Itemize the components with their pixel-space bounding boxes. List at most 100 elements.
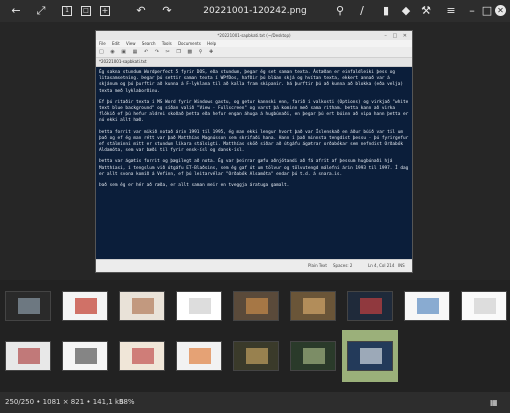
image-filename: 20221001-120242.png (203, 6, 307, 16)
close-icon[interactable]: ✕ (495, 5, 506, 16)
maximize-icon[interactable]: □ (480, 4, 494, 18)
editor-window-controls: – □ ✕ (384, 33, 409, 39)
thumb-8[interactable] (404, 291, 450, 321)
image-info: 250/250 • 1081 × 821 • 141,1 kB (5, 398, 124, 406)
thumb-5[interactable] (233, 291, 279, 321)
rotate-left-icon[interactable]: ↶ (134, 4, 148, 18)
add-icon[interactable]: + (100, 6, 110, 16)
cut-icon: ✂ (165, 49, 170, 55)
find-icon: ⚲ (198, 49, 203, 55)
minimize-icon[interactable]: – (465, 4, 479, 18)
thumb-7[interactable] (347, 291, 393, 321)
paragraph-2: Ef þú ritaðir texta í MS Word fyrir Wind… (99, 99, 409, 124)
thumbnail-accent (18, 348, 40, 364)
thumbnail-cell[interactable] (399, 280, 455, 332)
editor-title: *20221001-sapbkati.txt (~/Desktop) (217, 33, 291, 38)
thumbnail-accent (360, 348, 382, 364)
back-arrow-icon[interactable]: ← (9, 4, 23, 18)
replace-icon: ✚ (209, 49, 214, 55)
menu-file: File (99, 41, 106, 46)
thumbnail-accent (132, 348, 154, 364)
menu-documents: Documents (177, 41, 201, 46)
thumbnail-accent (18, 298, 40, 314)
menu-edit: Edit (111, 41, 120, 46)
menu-view: View (126, 41, 136, 46)
thumb-16[interactable] (347, 341, 393, 371)
thumbnail-cell[interactable] (342, 330, 398, 382)
thumbnail-cell[interactable] (456, 280, 510, 332)
status-mode: INS (398, 263, 405, 268)
copy-icon: ❐ (176, 49, 181, 55)
editor-title-bar: *20221001-sapbkati.txt (~/Desktop) – □ ✕ (96, 31, 412, 40)
thumbnail-cell[interactable] (0, 330, 56, 382)
editor-menu-bar: File Edit View Search Tools Documents He… (96, 40, 412, 47)
thumb-9[interactable] (461, 291, 507, 321)
thumb-12[interactable] (119, 341, 165, 371)
image-viewer[interactable]: *20221001-sapbkati.txt (~/Desktop) – □ ✕… (0, 22, 510, 280)
thumbnail-accent (360, 298, 382, 314)
top-toolbar: ← ⤢ 1 □ + ↶ ↷ 20221001-120242.png ⚲ ∕ ▮ … (0, 0, 510, 22)
thumbnail-accent (246, 348, 268, 364)
print-icon: ▦ (132, 49, 138, 55)
status-spaces: Spaces: 2 (333, 263, 353, 268)
thumb-13[interactable] (176, 341, 222, 371)
save-icon: ▣ (121, 49, 127, 55)
paste-icon: ▩ (187, 49, 193, 55)
thumbnail-cell[interactable] (57, 330, 113, 382)
thumbnail-cell[interactable] (171, 330, 227, 382)
paragraph-4: Þetta var ágætis forrit og þægilegt að n… (99, 159, 409, 177)
status-language: Plain Text (308, 263, 327, 268)
wrench-icon[interactable]: ⚒ (419, 4, 433, 18)
thumb-2[interactable] (62, 291, 108, 321)
fullscreen-icon[interactable]: ⤢ (34, 4, 48, 18)
thumbnail-cell[interactable] (114, 330, 170, 382)
thumbnail-cell[interactable] (342, 280, 398, 332)
thumbnail-accent (75, 298, 97, 314)
editor-toolbar: □ ◉ ▣ ▦ ↶ ↷ ✂ ❐ ▩ ⚲ ✚ (96, 47, 412, 58)
thumbnail-cell[interactable] (114, 280, 170, 332)
editor-tab-label: *20221001-sapbkati.txt (99, 59, 147, 64)
editor-text-area: Ég sakna stundum Wordperfect 5 fyrir DOS… (96, 67, 412, 259)
thumbnail-strip[interactable] (0, 280, 510, 392)
screenshot-editor-window: *20221001-sapbkati.txt (~/Desktop) – □ ✕… (95, 30, 413, 273)
tag-icon[interactable]: ◆ (399, 4, 413, 18)
thumb-10[interactable] (5, 341, 51, 371)
thumbnail-cell[interactable] (228, 330, 284, 382)
menu-help: Help (207, 41, 217, 46)
rotate-right-icon[interactable]: ↷ (160, 4, 174, 18)
thumbnail-accent (75, 348, 97, 364)
thumb-14[interactable] (233, 341, 279, 371)
thumb-11[interactable] (62, 341, 108, 371)
thumb-4[interactable] (176, 291, 222, 321)
thumb-6[interactable] (290, 291, 336, 321)
menu-icon[interactable]: ≡ (444, 4, 458, 18)
thumbnail-accent (189, 298, 211, 314)
thumbnail-accent (246, 298, 268, 314)
paragraph-5: Það sem ég er hér að ræða, er allt saman… (99, 183, 290, 189)
thumbnail-cell[interactable] (171, 280, 227, 332)
undo-icon: ↶ (143, 49, 149, 55)
editor-tab: *20221001-sapbkati.txt (96, 58, 412, 67)
thumb-15[interactable] (290, 341, 336, 371)
one-to-one-icon[interactable]: 1 (62, 6, 72, 16)
grid-view-icon[interactable]: ▦ (490, 398, 499, 407)
thumbnail-cell[interactable] (0, 280, 56, 332)
thumbnail-accent (417, 298, 439, 314)
redo-icon: ↷ (154, 49, 159, 55)
thumbnail-cell[interactable] (57, 280, 113, 332)
location-icon[interactable]: ⚲ (333, 4, 347, 18)
thumbnail-cell[interactable] (285, 280, 341, 332)
paragraph-3: Þetta forrit var mikið notað árin 1991 t… (99, 129, 409, 154)
fit-window-icon[interactable]: □ (81, 6, 91, 16)
menu-search: Search (141, 41, 156, 46)
editor-status-bar: Plain Text Spaces: 2 Ln 4, Col 214 INS (96, 259, 412, 272)
thumb-1[interactable] (5, 291, 51, 321)
bottom-status-bar: 250/250 • 1081 × 821 • 141,1 kB 58% ▦ (0, 392, 510, 413)
comment-icon[interactable]: ▮ (379, 4, 393, 18)
thumbnail-cell[interactable] (285, 330, 341, 382)
thumbnail-accent (189, 348, 211, 364)
thumbnail-cell[interactable] (228, 280, 284, 332)
thumb-3[interactable] (119, 291, 165, 321)
status-position: Ln 4, Col 214 (368, 263, 395, 268)
brush-icon[interactable]: ∕ (355, 4, 369, 18)
